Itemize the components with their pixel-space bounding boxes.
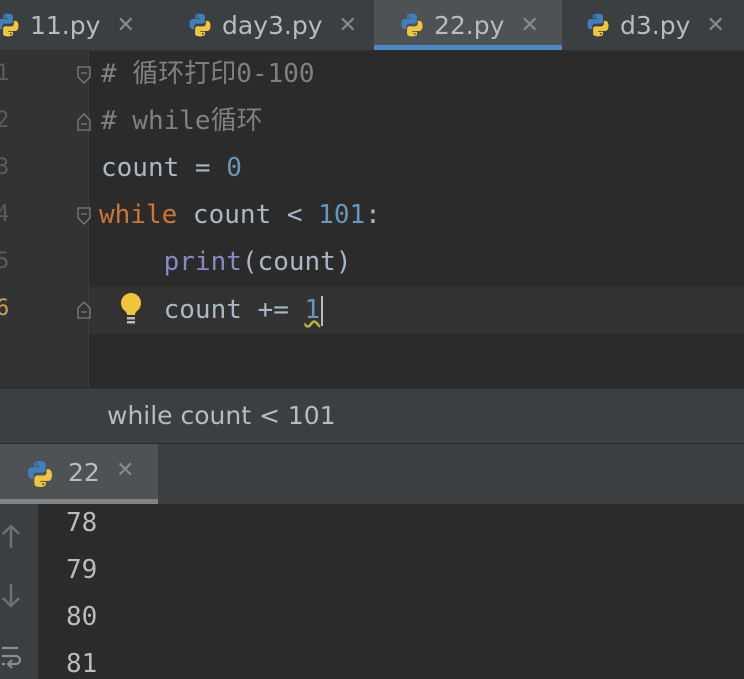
- lightbulb-icon[interactable]: [117, 291, 145, 327]
- tab-11-py[interactable]: 11.py ✕: [0, 0, 166, 50]
- number-literal: 1: [304, 295, 321, 325]
- line-number: 5: [0, 249, 10, 274]
- close-icon[interactable]: ✕: [116, 458, 134, 483]
- fold-icon[interactable]: [76, 300, 92, 319]
- tab-22-py[interactable]: 22.py ✕: [374, 0, 562, 50]
- close-icon[interactable]: ✕: [706, 13, 724, 38]
- run-tab-label: 22: [68, 458, 100, 487]
- variable: count: [101, 153, 180, 183]
- console-output-line: 81: [66, 649, 98, 679]
- arrow-up-icon[interactable]: [0, 522, 22, 552]
- code-line-3: count = 0: [101, 145, 242, 192]
- text-caret: [321, 295, 324, 326]
- close-icon[interactable]: ✕: [339, 13, 357, 38]
- line-number: 6: [0, 296, 10, 321]
- breadcrumb: while count < 101: [0, 388, 744, 443]
- tab-day3-py[interactable]: day3.py ✕: [186, 0, 366, 50]
- line-number: 3: [0, 155, 10, 180]
- colon: :: [365, 200, 381, 230]
- breadcrumb-item[interactable]: while count < 101: [107, 401, 336, 430]
- run-tab-22[interactable]: 22 ✕: [0, 444, 158, 504]
- editor-gutter: [0, 51, 88, 387]
- comment: # 循环打印0-100: [101, 59, 315, 89]
- tab-label: day3.py: [222, 10, 323, 40]
- code-editor[interactable]: 1 2 3 4 5 6 # 循环打印0-100 # while循环 count …: [0, 51, 744, 387]
- python-icon: [24, 458, 56, 490]
- keyword: while: [99, 200, 178, 230]
- tab-label: 11.py: [30, 10, 101, 40]
- console-output-line: 80: [66, 602, 98, 632]
- python-icon: [398, 11, 426, 39]
- arrow-down-icon[interactable]: [0, 580, 22, 610]
- builtin-function: print: [163, 247, 242, 277]
- code-line-1: # 循环打印0-100: [101, 51, 315, 98]
- python-icon: [0, 11, 22, 39]
- expression: count <: [177, 200, 319, 230]
- line-number: 4: [0, 202, 10, 227]
- fold-icon[interactable]: [76, 65, 92, 84]
- fold-icon[interactable]: [76, 112, 92, 131]
- python-icon: [584, 11, 612, 39]
- line-number: 2: [0, 108, 10, 133]
- code-line-5: print(count): [101, 239, 352, 286]
- line-number: 1: [0, 61, 10, 86]
- tab-label: 22.py: [434, 10, 505, 40]
- editor-tab-bar: 11.py ✕ day3.py ✕ 22.py ✕ d3.py ✕: [0, 0, 744, 51]
- run-console[interactable]: 78 79 80 81: [0, 504, 744, 679]
- code-line-4: while count < 101:: [99, 192, 381, 239]
- comment: # while循环: [101, 106, 263, 136]
- tab-label: d3.py: [620, 10, 691, 40]
- tab-d3-py[interactable]: d3.py ✕: [584, 0, 744, 50]
- number-literal: 101: [318, 200, 366, 230]
- number-literal: 0: [226, 153, 242, 183]
- close-icon[interactable]: ✕: [116, 13, 134, 38]
- console-output-line: 79: [66, 555, 98, 585]
- call-args: (count): [241, 247, 352, 277]
- python-icon: [186, 11, 214, 39]
- operator: =: [179, 153, 227, 183]
- run-tool-window-header: 22 ✕: [0, 443, 744, 504]
- console-output-line: 78: [66, 508, 98, 538]
- console-toolbar: [0, 504, 39, 679]
- soft-wrap-icon[interactable]: [0, 642, 22, 672]
- augmented-assignment: count +=: [163, 295, 305, 325]
- close-icon[interactable]: ✕: [520, 13, 538, 38]
- code-line-2: # while循环: [101, 98, 263, 145]
- fold-icon[interactable]: [76, 206, 92, 225]
